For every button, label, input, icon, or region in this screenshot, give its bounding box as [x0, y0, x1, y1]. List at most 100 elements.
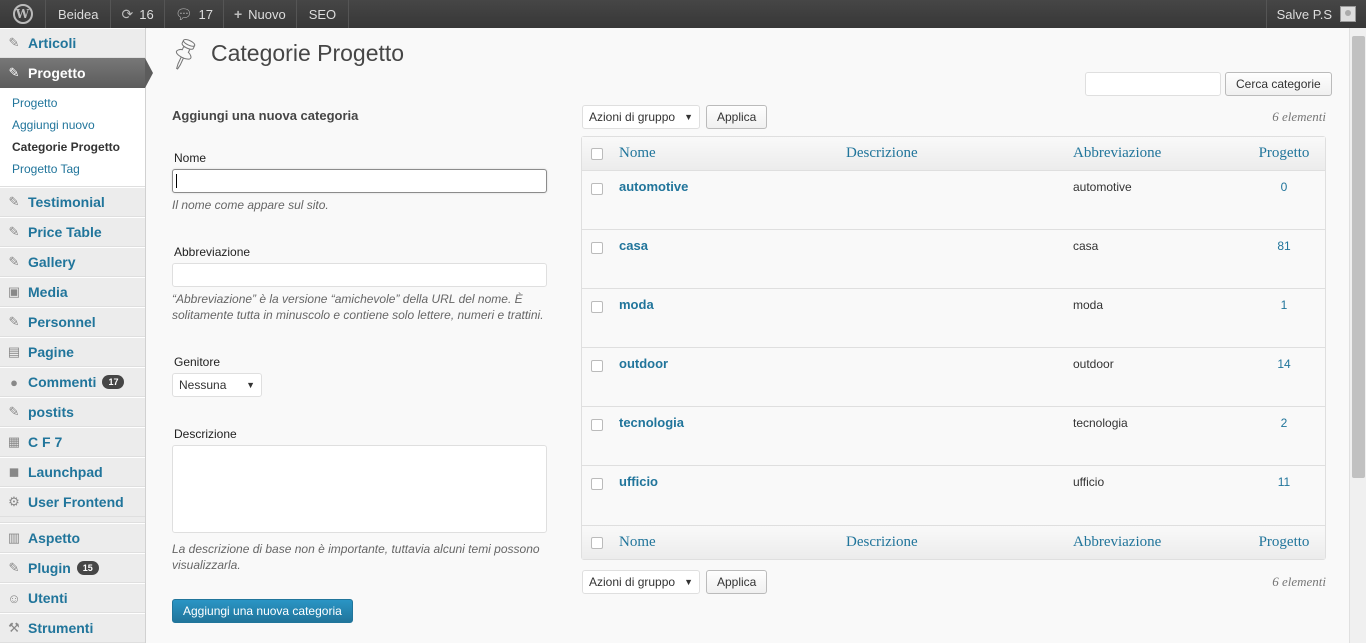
tablenav-top: Azioni di gruppo ▼ Applica 6 elementi	[582, 105, 1326, 129]
wordpress-logo-icon[interactable]: W	[0, 0, 46, 28]
select-all-checkbox-footer[interactable]	[591, 536, 603, 549]
pin-icon: ✎	[8, 314, 20, 329]
site-name-link[interactable]: Beidea	[46, 0, 112, 28]
category-count-link[interactable]: 0	[1281, 180, 1288, 194]
page-header: 📌︎ Categorie Progetto	[164, 33, 404, 72]
search-box: Cerca categorie	[1085, 72, 1332, 96]
search-button[interactable]: Cerca categorie	[1225, 72, 1332, 96]
category-count-link[interactable]: 2	[1281, 416, 1288, 430]
category-name-link[interactable]: ufficio	[619, 474, 658, 489]
chevron-down-icon: ▼	[684, 577, 693, 587]
bulk-actions-value: Azioni di gruppo	[589, 575, 676, 589]
category-name-link[interactable]: tecnologia	[619, 415, 684, 430]
apply-button-bottom[interactable]: Applica	[706, 570, 768, 594]
sidebar-item-gallery[interactable]: ✎ Gallery	[0, 247, 145, 277]
new-content-link[interactable]: + Nuovo	[224, 0, 297, 28]
sidebar-item-aspetto[interactable]: ▥ Aspetto	[0, 523, 145, 553]
category-name-link[interactable]: automotive	[619, 179, 688, 194]
column-count[interactable]: Progetto	[1243, 137, 1325, 171]
slug-input[interactable]	[172, 263, 547, 287]
bulk-actions-select[interactable]: Azioni di gruppo ▼	[582, 105, 700, 129]
category-slug: casa	[1073, 239, 1099, 253]
row-checkbox[interactable]	[591, 242, 603, 254]
avatar	[1340, 6, 1356, 22]
name-input[interactable]	[172, 169, 547, 193]
category-count-link[interactable]: 11	[1278, 475, 1290, 489]
row-checkbox-cell	[582, 171, 619, 230]
column-count-footer[interactable]: Progetto	[1243, 525, 1325, 559]
row-checkbox-cell	[582, 348, 619, 407]
sidebar-item-label: Utenti	[28, 590, 68, 606]
plus-icon: +	[233, 6, 243, 22]
sidebar-item-label: Launchpad	[28, 464, 103, 480]
add-category-button[interactable]: Aggiungi una nuova categoria	[172, 599, 353, 623]
pin-icon: ✎	[8, 65, 20, 80]
sidebar-item-personnel[interactable]: ✎ Personnel	[0, 307, 145, 337]
row-checkbox[interactable]	[591, 301, 603, 313]
row-checkbox[interactable]	[591, 419, 603, 431]
column-description[interactable]: Descrizione	[846, 137, 1073, 171]
sidebar-item-label: Media	[28, 284, 68, 300]
submenu-item[interactable]: Categorie Progetto	[0, 136, 145, 158]
pin-icon: ✎	[8, 194, 20, 209]
sidebar-item-label: Plugin	[28, 560, 71, 576]
sidebar-item-media[interactable]: ▣ Media	[0, 277, 145, 307]
sidebar-item-postits[interactable]: ✎ postits	[0, 397, 145, 427]
comments-count: 17	[198, 6, 213, 22]
column-name-footer[interactable]: Nome	[619, 525, 846, 559]
category-count-link[interactable]: 81	[1277, 239, 1290, 253]
submenu-item[interactable]: Progetto	[0, 92, 145, 114]
row-checkbox[interactable]	[591, 183, 603, 195]
sidebar-item-user-frontend[interactable]: ⚙ User Frontend	[0, 487, 145, 517]
updates-count: 16	[139, 6, 154, 22]
scrollbar[interactable]	[1349, 28, 1366, 643]
seo-link[interactable]: SEO	[297, 0, 350, 28]
items-count-bottom: 6 elementi	[1272, 574, 1326, 589]
category-count-link[interactable]: 14	[1277, 357, 1290, 371]
search-input[interactable]	[1085, 72, 1221, 96]
sidebar-item-price-table[interactable]: ✎ Price Table	[0, 217, 145, 247]
sidebar-item-label: postits	[28, 404, 74, 420]
pin-icon: ✎	[8, 35, 20, 50]
apply-button[interactable]: Applica	[706, 105, 768, 129]
comments-link[interactable]: 💬︎ 17	[165, 0, 224, 28]
submenu-item[interactable]: Aggiungi nuovo	[0, 114, 145, 136]
comment-icon: 💬︎	[174, 5, 193, 22]
sidebar-item-launchpad[interactable]: ◼ Launchpad	[0, 457, 145, 487]
slug-label: Abbreviazione	[174, 245, 251, 259]
parent-select[interactable]: Nessuna ▼	[172, 373, 262, 397]
submenu-item[interactable]: Progetto Tag	[0, 158, 145, 180]
gear-icon: ⚙	[8, 494, 20, 509]
row-checkbox[interactable]	[591, 360, 603, 372]
chevron-down-icon: ▼	[684, 112, 693, 122]
sidebar-item-commenti[interactable]: ● Commenti 17	[0, 367, 145, 397]
row-checkbox[interactable]	[591, 478, 603, 490]
sidebar-item-c-f-7[interactable]: ▦ C F 7	[0, 427, 145, 457]
sidebar-item-progetto[interactable]: ✎ Progetto	[0, 58, 153, 88]
sidebar-item-testimonial[interactable]: ✎ Testimonial	[0, 187, 145, 217]
sidebar-item-strumenti[interactable]: ⚒ Strumenti	[0, 613, 145, 643]
pin-icon: ✎	[8, 254, 20, 269]
category-name-link[interactable]: casa	[619, 238, 648, 253]
select-all-checkbox[interactable]	[591, 147, 603, 160]
category-count-link[interactable]: 1	[1281, 298, 1288, 312]
table-row: outdoor outdoor 14	[582, 348, 1325, 407]
comment-icon: ●	[10, 374, 18, 390]
sidebar-item-utenti[interactable]: ☺ Utenti	[0, 583, 145, 613]
category-name-link[interactable]: outdoor	[619, 356, 668, 371]
table-row: automotive automotive 0	[582, 171, 1325, 230]
column-description-footer[interactable]: Descrizione	[846, 525, 1073, 559]
cf7-icon: ▦	[7, 434, 21, 449]
sidebar-item-plugin[interactable]: ✎ Plugin 15	[0, 553, 145, 583]
description-textarea[interactable]	[172, 445, 547, 533]
sidebar-item-articoli[interactable]: ✎ Articoli	[0, 28, 145, 58]
updates-link[interactable]: ⟳ 16	[111, 0, 165, 28]
scrollbar-thumb[interactable]	[1352, 36, 1365, 478]
column-name[interactable]: Nome	[619, 137, 846, 171]
column-slug[interactable]: Abbreviazione	[1073, 137, 1243, 171]
sidebar-item-pagine[interactable]: ▤ Pagine	[0, 337, 145, 367]
column-slug-footer[interactable]: Abbreviazione	[1073, 525, 1243, 559]
category-name-link[interactable]: moda	[619, 297, 654, 312]
account-menu[interactable]: Salve P.S	[1265, 0, 1366, 28]
bulk-actions-select-bottom[interactable]: Azioni di gruppo ▼	[582, 570, 700, 594]
